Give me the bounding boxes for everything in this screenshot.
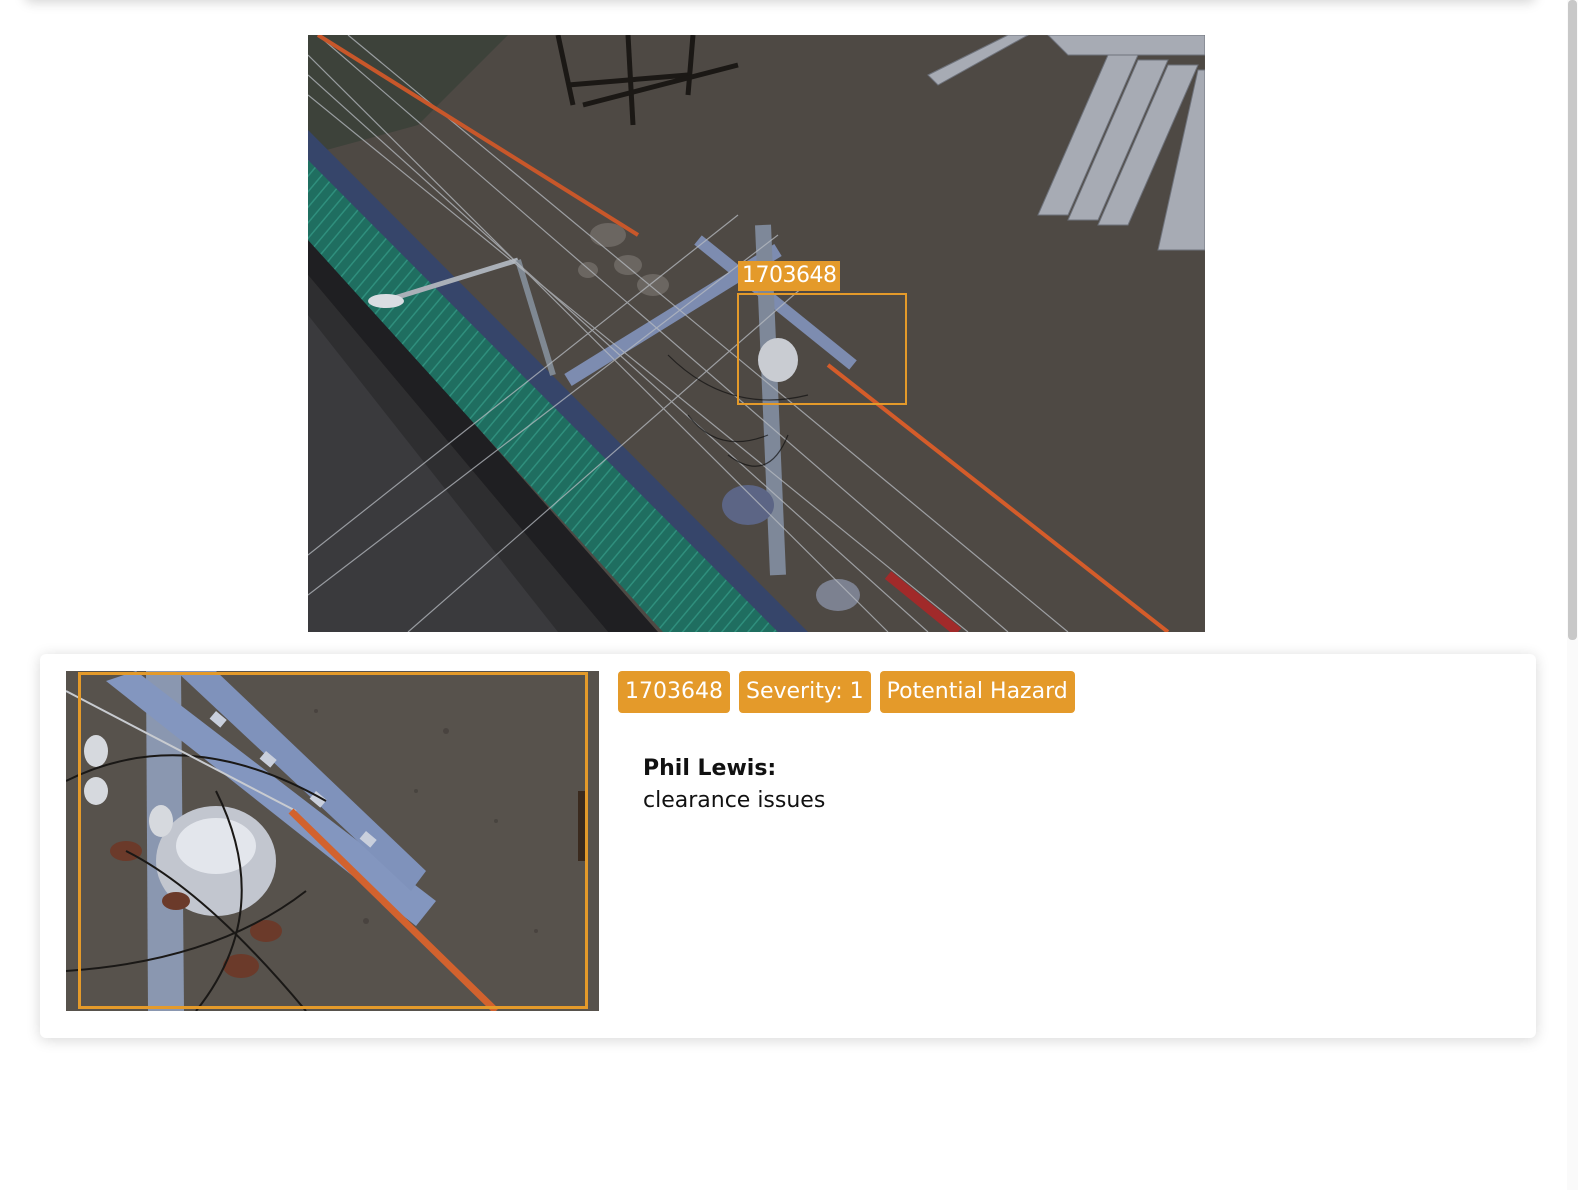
- crop-highlight-box: [78, 672, 588, 1009]
- detection-tags: 1703648 Severity: 1 Potential Hazard: [618, 671, 1075, 713]
- scrollbar-thumb[interactable]: [1568, 0, 1577, 640]
- inspection-photo[interactable]: 1703648: [308, 35, 1205, 632]
- comment-text: clearance issues: [643, 788, 826, 813]
- detection-detail-card: 1703648 Severity: 1 Potential Hazard Phi…: [40, 654, 1536, 1038]
- comment-author: Phil Lewis:: [643, 756, 777, 781]
- detection-bounding-box[interactable]: [737, 293, 907, 405]
- detection-label: 1703648: [738, 261, 841, 291]
- comment: Phil Lewis: clearance issues: [643, 754, 825, 818]
- tag-detection-id: 1703648: [618, 671, 730, 713]
- page-scrollbar[interactable]: [1567, 0, 1578, 1190]
- tag-severity: Severity: 1: [738, 671, 871, 713]
- detection-crop-image[interactable]: [66, 671, 599, 1011]
- tag-category: Potential Hazard: [879, 671, 1075, 713]
